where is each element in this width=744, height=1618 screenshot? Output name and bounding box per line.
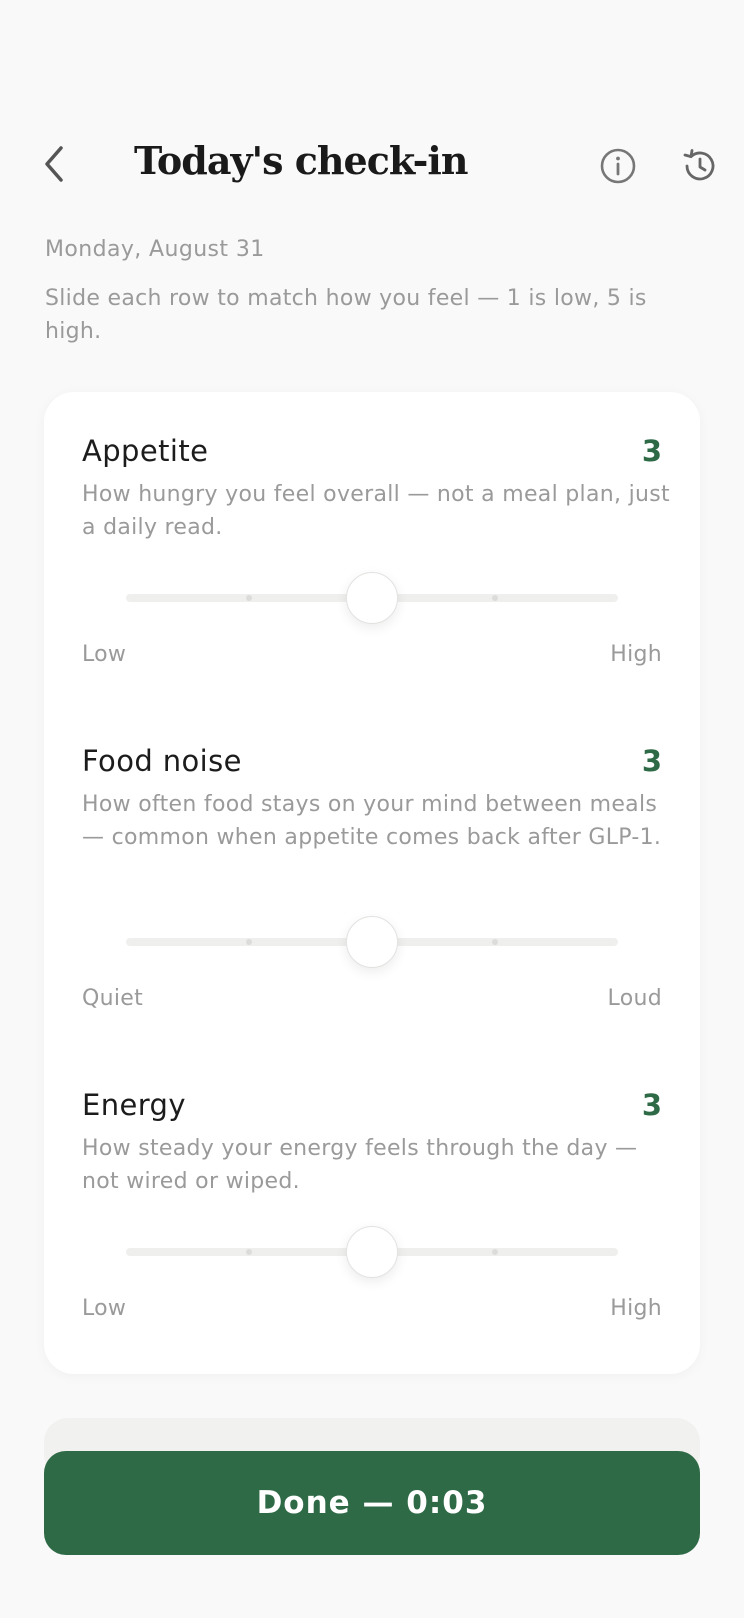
energy-slider[interactable] — [126, 1222, 618, 1282]
metric-description: How steady your energy feels through the… — [82, 1136, 638, 1194]
slider-thumb[interactable] — [346, 916, 398, 968]
metric-name: Appetite — [82, 434, 209, 468]
history-icon — [683, 149, 715, 181]
slider-high-label: High — [610, 1296, 662, 1321]
slider-tick — [492, 939, 498, 945]
back-button[interactable] — [36, 142, 72, 186]
metric-name: Energy — [82, 1088, 186, 1122]
metric-value: 3 — [641, 434, 662, 468]
slider-tick — [492, 1249, 498, 1255]
info-circle-icon — [600, 148, 636, 184]
slider-low-label: Quiet — [82, 986, 144, 1011]
metric-description: How hungry you feel overall — not a meal… — [82, 482, 670, 540]
instructions-text: Slide each row to match how you feel — 1… — [45, 286, 647, 344]
slider-low-label: Low — [82, 1296, 127, 1321]
appetite-slider[interactable] — [126, 568, 618, 628]
metric-name: Food noise — [82, 744, 242, 778]
slider-tick — [492, 595, 498, 601]
slider-low-label: Low — [82, 642, 127, 667]
slider-tick — [246, 1249, 252, 1255]
top-bar: Today's check-in — [0, 120, 744, 210]
slider-tick — [246, 595, 252, 601]
metric-value: 3 — [641, 1088, 662, 1122]
page-title: Today's check-in — [134, 138, 468, 183]
slider-thumb[interactable] — [346, 1226, 398, 1278]
metric-description: How often food stays on your mind betwee… — [82, 792, 662, 850]
slider-high-label: High — [610, 642, 662, 667]
info-button[interactable] — [598, 146, 638, 186]
history-button[interactable] — [679, 146, 719, 186]
slider-high-label: Loud — [607, 986, 662, 1011]
metrics-card: Appetite 3 How hungry you feel overall —… — [44, 392, 700, 1374]
slider-thumb[interactable] — [346, 572, 398, 624]
done-button[interactable]: Done — 0:03 — [44, 1451, 700, 1555]
food-noise-slider[interactable] — [126, 912, 618, 972]
slider-tick — [246, 939, 252, 945]
date-label: Monday, August 31 — [45, 237, 265, 262]
metric-value: 3 — [641, 744, 662, 778]
chevron-left-icon — [45, 146, 63, 182]
